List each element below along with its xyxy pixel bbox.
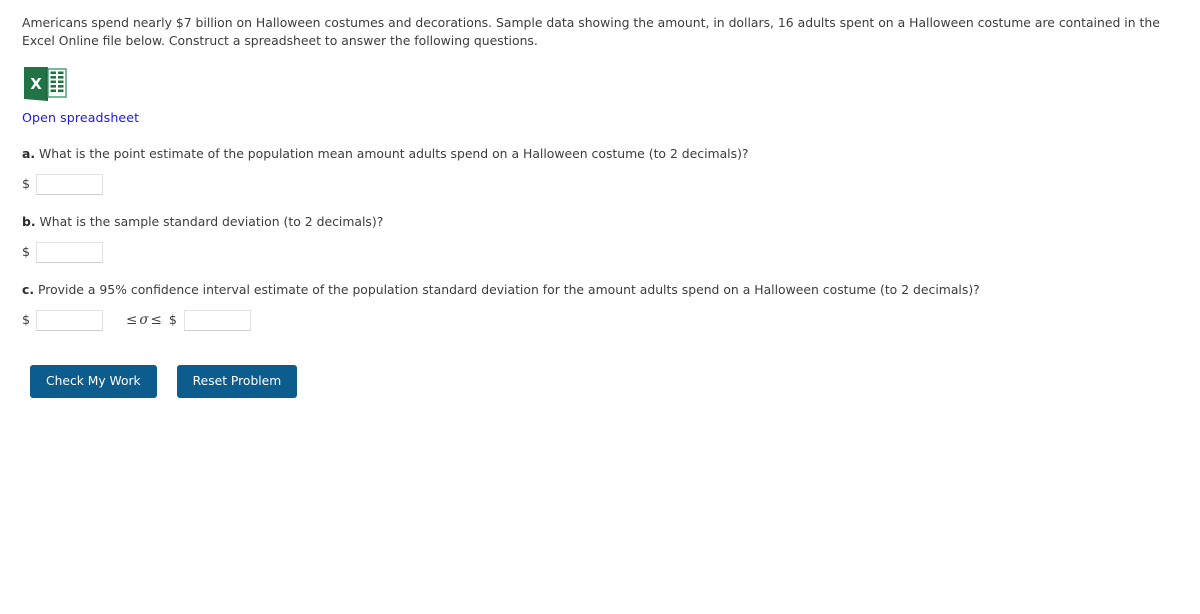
open-spreadsheet-link[interactable]: Open spreadsheet <box>22 110 139 125</box>
intro-paragraph: Americans spend nearly $7 billion on Hal… <box>22 15 1160 48</box>
question-c-text: Provide a 95% confidence interval estima… <box>38 282 980 297</box>
answer-input-b[interactable] <box>36 241 103 263</box>
button-row: Check My Work Reset Problem <box>30 365 1180 398</box>
currency-symbol-a: $ <box>22 175 31 191</box>
svg-text:X: X <box>30 75 42 93</box>
question-b-text: What is the sample standard deviation (t… <box>39 214 384 229</box>
answer-input-a[interactable] <box>36 173 103 195</box>
spreadsheet-block: X Open spreadsheet <box>22 65 1180 126</box>
reset-problem-button[interactable]: Reset Problem <box>176 365 298 398</box>
answer-row-a: $ <box>22 173 1180 195</box>
question-b-letter: b. <box>22 214 36 229</box>
inequality-expression: ≤ σ ≤ <box>126 312 162 328</box>
check-my-work-button[interactable]: Check My Work <box>30 365 157 398</box>
less-than-or-equal-left-icon: ≤ <box>126 312 138 328</box>
question-a: a. What is the point estimate of the pop… <box>22 145 1180 162</box>
answer-row-c: $ ≤ σ ≤ $ <box>22 309 1180 331</box>
answer-row-b: $ <box>22 241 1180 263</box>
question-b: b. What is the sample standard deviation… <box>22 213 1180 230</box>
currency-symbol-c-upper: $ <box>168 311 177 327</box>
less-than-or-equal-right-icon: ≤ <box>150 312 162 328</box>
currency-symbol-b: $ <box>22 243 31 259</box>
question-a-letter: a. <box>22 146 36 161</box>
question-c: c. Provide a 95% confidence interval est… <box>22 281 1180 298</box>
problem-page: Americans spend nearly $7 billion on Hal… <box>0 0 1200 614</box>
excel-file-icon[interactable]: X <box>22 65 68 103</box>
question-c-letter: c. <box>22 282 35 297</box>
answer-input-c-upper[interactable] <box>183 309 251 331</box>
sigma-symbol: σ <box>139 312 149 328</box>
currency-symbol-c-lower: $ <box>22 311 31 327</box>
answer-input-c-lower[interactable] <box>36 309 103 331</box>
question-a-text: What is the point estimate of the popula… <box>39 146 749 161</box>
